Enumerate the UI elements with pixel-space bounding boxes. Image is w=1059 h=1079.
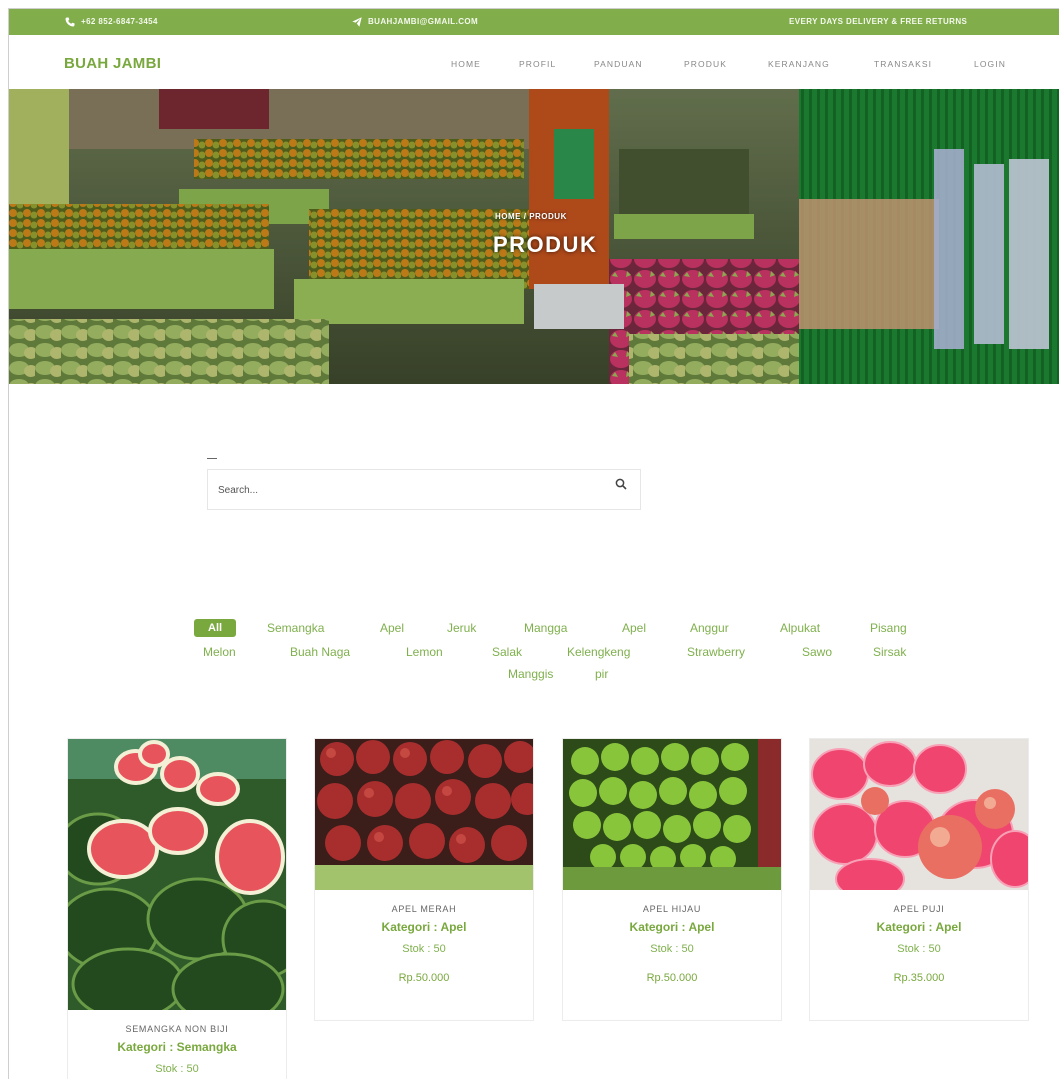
product-category: Kategori : Apel — [381, 920, 467, 934]
product-card[interactable]: SEMANGKA NON BIJI Kategori : Semangka St… — [67, 738, 287, 1079]
filter-lemon[interactable]: Lemon — [406, 645, 443, 659]
topbar-promo: EVERY DAYS DELIVERY & FREE RETURNS — [789, 9, 967, 35]
product-image-semangka[interactable] — [68, 739, 286, 1010]
main-navbar: BUAH JAMBI HOME PROFIL PANDUAN PRODUK KE… — [9, 35, 1059, 89]
filter-mangga[interactable]: Mangga — [524, 621, 567, 635]
filter-manggis[interactable]: Manggis — [508, 667, 553, 681]
top-info-bar: +62 852-6847-3454 BUAHJAMBI@GMAIL.COM EV… — [9, 9, 1059, 35]
send-icon — [352, 17, 362, 27]
filter-apel[interactable]: Apel — [380, 621, 404, 635]
product-name[interactable]: APEL MERAH — [315, 904, 533, 914]
filter-strawberry[interactable]: Strawberry — [687, 645, 745, 659]
filter-jeruk[interactable]: Jeruk — [447, 621, 476, 635]
page-frame: +62 852-6847-3454 BUAHJAMBI@GMAIL.COM EV… — [8, 8, 1059, 1079]
nav-profil[interactable]: PROFIL — [519, 59, 556, 69]
search-input[interactable] — [218, 482, 598, 498]
phone-icon — [65, 17, 75, 27]
brand-logo[interactable]: BUAH JAMBI — [64, 55, 161, 72]
breadcrumb: HOME / PRODUK — [495, 212, 567, 221]
product-category: Kategori : Apel — [629, 920, 715, 934]
breadcrumb-home[interactable]: HOME — [495, 212, 521, 221]
filter-kelengkeng[interactable]: Kelengkeng — [567, 645, 630, 659]
product-price: Rp.50.000 — [398, 972, 450, 984]
email-address: BUAHJAMBI@GMAIL.COM — [368, 17, 479, 26]
nav-produk[interactable]: PRODUK — [684, 59, 727, 69]
nav-keranjang[interactable]: KERANJANG — [768, 59, 830, 69]
search-icon[interactable] — [615, 478, 627, 490]
product-card[interactable]: APEL MERAH Kategori : Apel Stok : 50 Rp.… — [314, 738, 534, 1021]
filter-semangka[interactable]: Semangka — [267, 621, 324, 635]
product-stock: Stok : 50 — [650, 943, 694, 955]
nav-transaksi[interactable]: TRANSAKSI — [874, 59, 932, 69]
filter-anggur[interactable]: Anggur — [690, 621, 729, 635]
breadcrumb-current: PRODUK — [529, 212, 567, 221]
product-category: Kategori : Semangka — [117, 1040, 237, 1054]
product-category: Kategori : Apel — [876, 920, 962, 934]
promo-text: EVERY DAYS DELIVERY & FREE RETURNS — [789, 17, 968, 26]
nav-home[interactable]: HOME — [451, 59, 481, 69]
product-card[interactable]: APEL HIJAU Kategori : Apel Stok : 50 Rp.… — [562, 738, 782, 1021]
product-image-apel-hijau[interactable] — [563, 739, 781, 890]
topbar-email[interactable]: BUAHJAMBI@GMAIL.COM — [352, 9, 478, 35]
topbar-phone[interactable]: +62 852-6847-3454 — [65, 9, 158, 35]
page-title: PRODUK — [493, 232, 598, 257]
filter-salak[interactable]: Salak — [492, 645, 522, 659]
product-name[interactable]: APEL PUJI — [810, 904, 1028, 914]
filter-alpukat[interactable]: Alpukat — [780, 621, 820, 635]
product-name[interactable]: SEMANGKA NON BIJI — [68, 1024, 286, 1034]
nav-panduan[interactable]: PANDUAN — [594, 59, 643, 69]
hero-banner: HOME / PRODUK PRODUK — [9, 89, 1059, 384]
product-stock: Stok : 50 — [897, 943, 941, 955]
product-image-apel-merah[interactable] — [315, 739, 533, 890]
search-label-mark — [207, 458, 217, 459]
filter-apel-2[interactable]: Apel — [622, 621, 646, 635]
product-card[interactable]: APEL PUJI Kategori : Apel Stok : 50 Rp.3… — [809, 738, 1029, 1021]
product-name[interactable]: APEL HIJAU — [563, 904, 781, 914]
product-stock: Stok : 50 — [402, 943, 446, 955]
filter-all[interactable]: All — [194, 619, 237, 637]
search-box — [207, 469, 641, 510]
filter-melon[interactable]: Melon — [203, 645, 236, 659]
filter-pisang[interactable]: Pisang — [870, 621, 907, 635]
filter-sirsak[interactable]: Sirsak — [873, 645, 906, 659]
product-price: Rp.50.000 — [646, 972, 698, 984]
product-price: Rp.35.000 — [893, 972, 945, 984]
nav-login[interactable]: LOGIN — [974, 59, 1006, 69]
product-stock: Stok : 50 — [155, 1063, 199, 1075]
phone-number: +62 852-6847-3454 — [81, 17, 158, 26]
filter-pir[interactable]: pir — [595, 667, 608, 681]
filter-buah-naga[interactable]: Buah Naga — [290, 645, 350, 659]
filter-sawo[interactable]: Sawo — [802, 645, 832, 659]
product-image-apel-puji[interactable] — [810, 739, 1028, 890]
